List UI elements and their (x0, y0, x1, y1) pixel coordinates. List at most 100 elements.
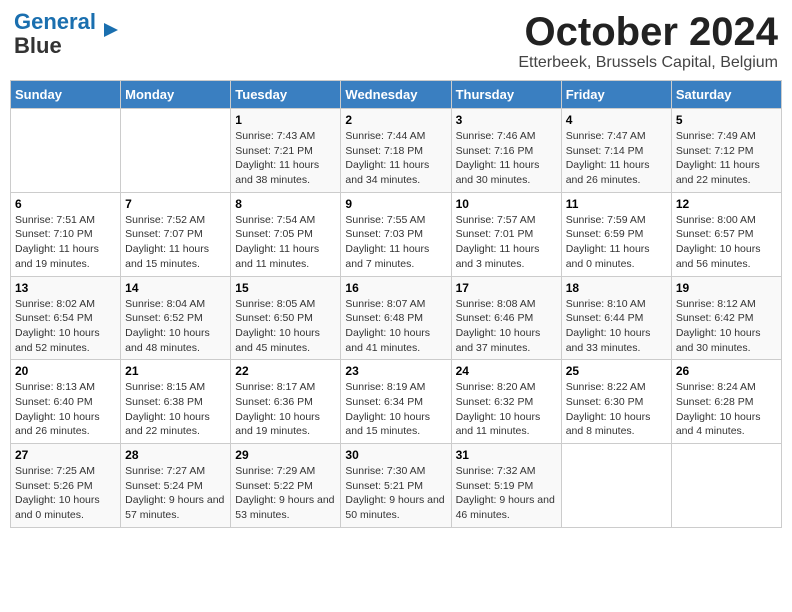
calendar-cell: 25 Sunrise: 8:22 AM Sunset: 6:30 PM Dayli… (561, 360, 671, 444)
day-number: 24 (456, 364, 557, 378)
logo: General Blue (14, 10, 122, 58)
page-header: General Blue October 2024 Etterbeek, Bru… (10, 10, 782, 72)
day-info: Sunrise: 7:52 AM Sunset: 7:07 PM Dayligh… (125, 213, 226, 272)
day-number: 25 (566, 364, 667, 378)
calendar-header-row: SundayMondayTuesdayWednesdayThursdayFrid… (11, 81, 782, 109)
day-number: 21 (125, 364, 226, 378)
calendar-cell: 21 Sunrise: 8:15 AM Sunset: 6:38 PM Dayli… (121, 360, 231, 444)
day-number: 12 (676, 197, 777, 211)
day-info: Sunrise: 7:55 AM Sunset: 7:03 PM Dayligh… (345, 213, 446, 272)
calendar-cell: 11 Sunrise: 7:59 AM Sunset: 6:59 PM Dayli… (561, 192, 671, 276)
calendar-cell: 12Sunrise: 8:00 AM Sunset: 6:57 PM Dayli… (671, 192, 781, 276)
calendar-cell (11, 109, 121, 193)
logo-text: General Blue (14, 10, 96, 58)
day-header: Sunday (11, 81, 121, 109)
calendar-week-row: 20 Sunrise: 8:13 AM Sunset: 6:40 PM Dayli… (11, 360, 782, 444)
calendar-cell: 14 Sunrise: 8:04 AM Sunset: 6:52 PM Dayli… (121, 276, 231, 360)
calendar-cell: 30 Sunrise: 7:30 AM Sunset: 5:21 PM Dayli… (341, 444, 451, 528)
day-info: Sunrise: 8:02 AM Sunset: 6:54 PM Dayligh… (15, 297, 116, 356)
day-header: Monday (121, 81, 231, 109)
day-number: 14 (125, 281, 226, 295)
day-number: 30 (345, 448, 446, 462)
calendar-cell: 18Sunrise: 8:10 AM Sunset: 6:44 PM Dayli… (561, 276, 671, 360)
day-number: 15 (235, 281, 336, 295)
calendar-cell: 1Sunrise: 7:43 AM Sunset: 7:21 PM Daylig… (231, 109, 341, 193)
day-header: Tuesday (231, 81, 341, 109)
day-number: 6 (15, 197, 116, 211)
calendar-cell: 6 Sunrise: 7:51 AM Sunset: 7:10 PM Daylig… (11, 192, 121, 276)
day-info: Sunrise: 8:15 AM Sunset: 6:38 PM Dayligh… (125, 380, 226, 439)
calendar-cell: 15 Sunrise: 8:05 AM Sunset: 6:50 PM Dayli… (231, 276, 341, 360)
day-number: 9 (345, 197, 446, 211)
day-number: 20 (15, 364, 116, 378)
day-number: 22 (235, 364, 336, 378)
calendar-cell (561, 444, 671, 528)
day-info: Sunrise: 8:10 AM Sunset: 6:44 PM Dayligh… (566, 297, 667, 356)
day-info: Sunrise: 8:20 AM Sunset: 6:32 PM Dayligh… (456, 380, 557, 439)
day-info: Sunrise: 8:22 AM Sunset: 6:30 PM Dayligh… (566, 380, 667, 439)
day-header: Friday (561, 81, 671, 109)
day-number: 11 (566, 197, 667, 211)
day-info: Sunrise: 7:25 AM Sunset: 5:26 PM Dayligh… (15, 464, 116, 523)
title-block: October 2024 Etterbeek, Brussels Capital… (518, 10, 778, 72)
day-number: 13 (15, 281, 116, 295)
day-number: 29 (235, 448, 336, 462)
day-info: Sunrise: 7:30 AM Sunset: 5:21 PM Dayligh… (345, 464, 446, 523)
day-info: Sunrise: 7:51 AM Sunset: 7:10 PM Dayligh… (15, 213, 116, 272)
calendar-cell: 10 Sunrise: 7:57 AM Sunset: 7:01 PM Dayli… (451, 192, 561, 276)
day-header: Wednesday (341, 81, 451, 109)
day-number: 27 (15, 448, 116, 462)
day-info: Sunrise: 8:13 AM Sunset: 6:40 PM Dayligh… (15, 380, 116, 439)
day-number: 10 (456, 197, 557, 211)
calendar-cell: 20 Sunrise: 8:13 AM Sunset: 6:40 PM Dayli… (11, 360, 121, 444)
calendar-cell: 2 Sunrise: 7:44 AM Sunset: 7:18 PM Daylig… (341, 109, 451, 193)
day-number: 28 (125, 448, 226, 462)
day-info: Sunrise: 8:24 AM Sunset: 6:28 PM Dayligh… (676, 380, 777, 439)
day-number: 23 (345, 364, 446, 378)
calendar-cell: 22 Sunrise: 8:17 AM Sunset: 6:36 PM Dayli… (231, 360, 341, 444)
day-info: Sunrise: 7:29 AM Sunset: 5:22 PM Dayligh… (235, 464, 336, 523)
day-info: Sunrise: 7:43 AM Sunset: 7:21 PM Dayligh… (235, 129, 336, 188)
day-number: 31 (456, 448, 557, 462)
day-info: Sunrise: 8:05 AM Sunset: 6:50 PM Dayligh… (235, 297, 336, 356)
calendar-cell: 8Sunrise: 7:54 AM Sunset: 7:05 PM Daylig… (231, 192, 341, 276)
day-info: Sunrise: 7:46 AM Sunset: 7:16 PM Dayligh… (456, 129, 557, 188)
day-number: 19 (676, 281, 777, 295)
day-info: Sunrise: 8:19 AM Sunset: 6:34 PM Dayligh… (345, 380, 446, 439)
calendar-cell: 26 Sunrise: 8:24 AM Sunset: 6:28 PM Dayli… (671, 360, 781, 444)
calendar-cell: 5Sunrise: 7:49 AM Sunset: 7:12 PM Daylig… (671, 109, 781, 193)
calendar-body: 1Sunrise: 7:43 AM Sunset: 7:21 PM Daylig… (11, 109, 782, 528)
page-subtitle: Etterbeek, Brussels Capital, Belgium (518, 54, 778, 72)
day-info: Sunrise: 7:44 AM Sunset: 7:18 PM Dayligh… (345, 129, 446, 188)
calendar-cell: 31Sunrise: 7:32 AM Sunset: 5:19 PM Dayli… (451, 444, 561, 528)
day-info: Sunrise: 8:07 AM Sunset: 6:48 PM Dayligh… (345, 297, 446, 356)
day-number: 3 (456, 113, 557, 127)
day-info: Sunrise: 8:17 AM Sunset: 6:36 PM Dayligh… (235, 380, 336, 439)
day-info: Sunrise: 7:47 AM Sunset: 7:14 PM Dayligh… (566, 129, 667, 188)
calendar-cell: 13 Sunrise: 8:02 AM Sunset: 6:54 PM Dayli… (11, 276, 121, 360)
calendar-cell: 4Sunrise: 7:47 AM Sunset: 7:14 PM Daylig… (561, 109, 671, 193)
calendar-cell (671, 444, 781, 528)
calendar-week-row: 1Sunrise: 7:43 AM Sunset: 7:21 PM Daylig… (11, 109, 782, 193)
calendar-week-row: 6 Sunrise: 7:51 AM Sunset: 7:10 PM Daylig… (11, 192, 782, 276)
day-number: 8 (235, 197, 336, 211)
day-number: 2 (345, 113, 446, 127)
day-header: Thursday (451, 81, 561, 109)
calendar-cell: 24 Sunrise: 8:20 AM Sunset: 6:32 PM Dayli… (451, 360, 561, 444)
day-info: Sunrise: 7:57 AM Sunset: 7:01 PM Dayligh… (456, 213, 557, 272)
calendar-week-row: 13 Sunrise: 8:02 AM Sunset: 6:54 PM Dayli… (11, 276, 782, 360)
calendar-week-row: 27 Sunrise: 7:25 AM Sunset: 5:26 PM Dayli… (11, 444, 782, 528)
calendar-cell: 28 Sunrise: 7:27 AM Sunset: 5:24 PM Dayli… (121, 444, 231, 528)
day-number: 7 (125, 197, 226, 211)
calendar-cell: 16 Sunrise: 8:07 AM Sunset: 6:48 PM Dayli… (341, 276, 451, 360)
calendar-cell: 17Sunrise: 8:08 AM Sunset: 6:46 PM Dayli… (451, 276, 561, 360)
day-info: Sunrise: 7:27 AM Sunset: 5:24 PM Dayligh… (125, 464, 226, 523)
day-number: 16 (345, 281, 446, 295)
day-info: Sunrise: 8:04 AM Sunset: 6:52 PM Dayligh… (125, 297, 226, 356)
day-header: Saturday (671, 81, 781, 109)
day-info: Sunrise: 7:59 AM Sunset: 6:59 PM Dayligh… (566, 213, 667, 272)
day-number: 26 (676, 364, 777, 378)
page-title: October 2024 (518, 10, 778, 54)
day-info: Sunrise: 7:49 AM Sunset: 7:12 PM Dayligh… (676, 129, 777, 188)
calendar-cell: 7 Sunrise: 7:52 AM Sunset: 7:07 PM Daylig… (121, 192, 231, 276)
